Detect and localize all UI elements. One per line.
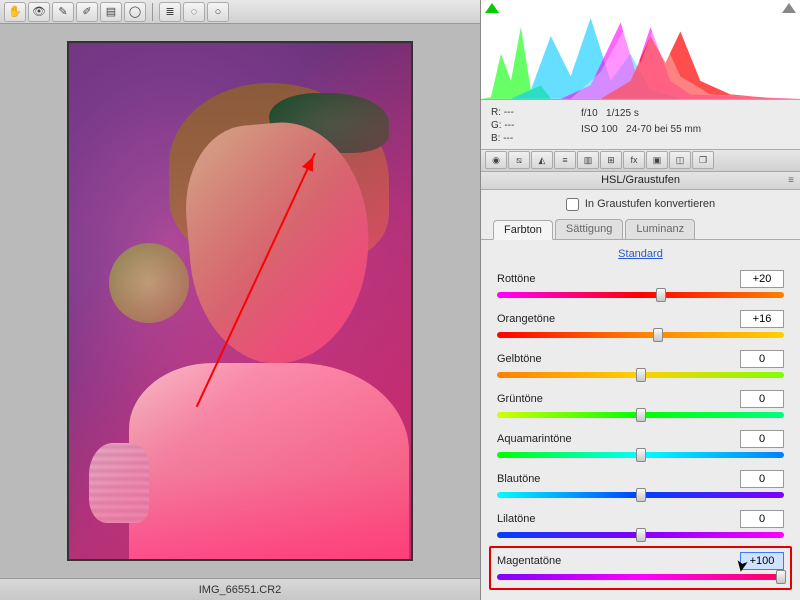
slider-thumb[interactable] [656, 288, 666, 302]
slider-track[interactable] [497, 412, 784, 418]
panel-basic-icon[interactable]: ◉ [485, 151, 507, 169]
panel-detail-icon[interactable]: ◭ [531, 151, 553, 169]
panel-presets-icon[interactable]: ◫ [669, 151, 691, 169]
tool-hand[interactable]: ✋ [4, 2, 26, 22]
panel-fx-icon[interactable]: fx [623, 151, 645, 169]
tool-gradient[interactable]: ▤ [100, 2, 122, 22]
exif-lens: 24-70 bei 55 mm [626, 124, 701, 135]
slider-value-input[interactable]: 0 [740, 430, 784, 448]
default-link[interactable]: Standard [481, 240, 800, 270]
top-toolbar: ✋ 👁 ✎ ✐ ▤ ◯ ≣ ◌ ○ [0, 0, 480, 24]
tool-ellipse-a[interactable]: ◌ [183, 2, 205, 22]
panel-curve-icon[interactable]: ⧅ [508, 151, 530, 169]
panel-camera-icon[interactable]: ▣ [646, 151, 668, 169]
readout-r: R: --- [491, 106, 581, 119]
slider-label: Aquamarintöne [497, 433, 572, 445]
readout-g: G: --- [491, 119, 581, 132]
slider-label: Magentatöne [497, 555, 561, 567]
filename-bar: IMG_66551.CR2 [0, 578, 480, 600]
toolbar-separator [152, 3, 153, 21]
slider-row-aquamarintöne: Aquamarintöne 0 [497, 430, 784, 458]
readout-b: B: --- [491, 132, 581, 145]
slider-row-grüntöne: Grüntöne 0 [497, 390, 784, 418]
slider-thumb[interactable] [636, 368, 646, 382]
slider-track[interactable] [497, 332, 784, 338]
grayscale-checkbox[interactable] [566, 198, 579, 211]
slider-track[interactable] [497, 492, 784, 498]
slider-value-input[interactable]: 0 [740, 510, 784, 528]
tool-list[interactable]: ≣ [159, 2, 181, 22]
slider-thumb[interactable] [636, 408, 646, 422]
slider-thumb[interactable] [636, 448, 646, 462]
tab-luminance[interactable]: Luminanz [625, 219, 695, 239]
panel-lens-icon[interactable]: ⊞ [600, 151, 622, 169]
exif-aperture: f/10 [581, 108, 598, 119]
hsl-tabs: Farbton Sättigung Luminanz [481, 219, 800, 240]
tab-saturation[interactable]: Sättigung [555, 219, 623, 239]
slider-track[interactable] [497, 532, 784, 538]
slider-value-input[interactable]: +100 [740, 552, 784, 570]
exif-shutter: 1/125 s [606, 108, 639, 119]
slider-list: Rottöne+20Orangetöne+16Gelbtöne0Grüntöne… [481, 270, 800, 600]
slider-row-rottöne: Rottöne +20 [497, 270, 784, 298]
slider-track[interactable] [497, 292, 784, 298]
slider-thumb[interactable] [776, 570, 786, 584]
slider-thumb[interactable] [636, 528, 646, 542]
slider-value-input[interactable]: 0 [740, 390, 784, 408]
slider-row-lilatöne: Lilatöne 0 [497, 510, 784, 538]
tool-brush-alt[interactable]: ✐ [76, 2, 98, 22]
left-panel: ✋ 👁 ✎ ✐ ▤ ◯ ≣ ◌ ○ IMG_6 [0, 0, 480, 600]
grayscale-label: In Graustufen konvertieren [585, 198, 715, 210]
tool-eye[interactable]: 👁 [28, 2, 50, 22]
slider-label: Blautöne [497, 473, 540, 485]
slider-label: Rottöne [497, 273, 536, 285]
slider-row-blautöne: Blautöne 0 [497, 470, 784, 498]
slider-value-input[interactable]: 0 [740, 470, 784, 488]
slider-label: Gelbtöne [497, 353, 542, 365]
panel-hsl-icon[interactable]: ≡ [554, 151, 576, 169]
tool-ellipse-b[interactable]: ○ [207, 2, 229, 22]
preview-image [67, 41, 413, 561]
slider-row-gelbtöne: Gelbtöne 0 [497, 350, 784, 378]
slider-row-orangetöne: Orangetöne +16 [497, 310, 784, 338]
right-panel: R: --- G: --- B: --- f/10 1/125 s ISO 10… [480, 0, 800, 600]
slider-value-input[interactable]: +16 [740, 310, 784, 328]
slider-label: Grüntöne [497, 393, 543, 405]
tool-radial[interactable]: ◯ [124, 2, 146, 22]
slider-value-input[interactable]: +20 [740, 270, 784, 288]
tool-brush[interactable]: ✎ [52, 2, 74, 22]
panel-title-label: HSL/Graustufen [601, 174, 680, 186]
grayscale-row: In Graustufen konvertieren [481, 190, 800, 219]
panel-split-icon[interactable]: ▥ [577, 151, 599, 169]
slider-track[interactable] [497, 452, 784, 458]
filename-label: IMG_66551.CR2 [199, 584, 282, 596]
panel-snapshots-icon[interactable]: ❐ [692, 151, 714, 169]
panel-strip: ◉ ⧅ ◭ ≡ ▥ ⊞ fx ▣ ◫ ❐ [481, 150, 800, 172]
panel-title-bar: HSL/Graustufen ≡ [481, 172, 800, 190]
slider-row-magentatöne: Magentatöne +100 [489, 546, 792, 590]
tab-hue[interactable]: Farbton [493, 220, 553, 240]
slider-thumb[interactable] [636, 488, 646, 502]
exif-info: R: --- G: --- B: --- f/10 1/125 s ISO 10… [481, 100, 800, 150]
panel-menu-icon[interactable]: ≡ [788, 175, 794, 186]
image-canvas-area[interactable] [0, 24, 480, 578]
histogram[interactable] [481, 0, 800, 100]
slider-label: Lilatöne [497, 513, 536, 525]
slider-value-input[interactable]: 0 [740, 350, 784, 368]
histogram-svg [481, 0, 800, 99]
slider-track[interactable] [497, 574, 784, 580]
slider-thumb[interactable] [653, 328, 663, 342]
slider-label: Orangetöne [497, 313, 555, 325]
exif-iso: ISO 100 [581, 124, 618, 135]
slider-track[interactable] [497, 372, 784, 378]
